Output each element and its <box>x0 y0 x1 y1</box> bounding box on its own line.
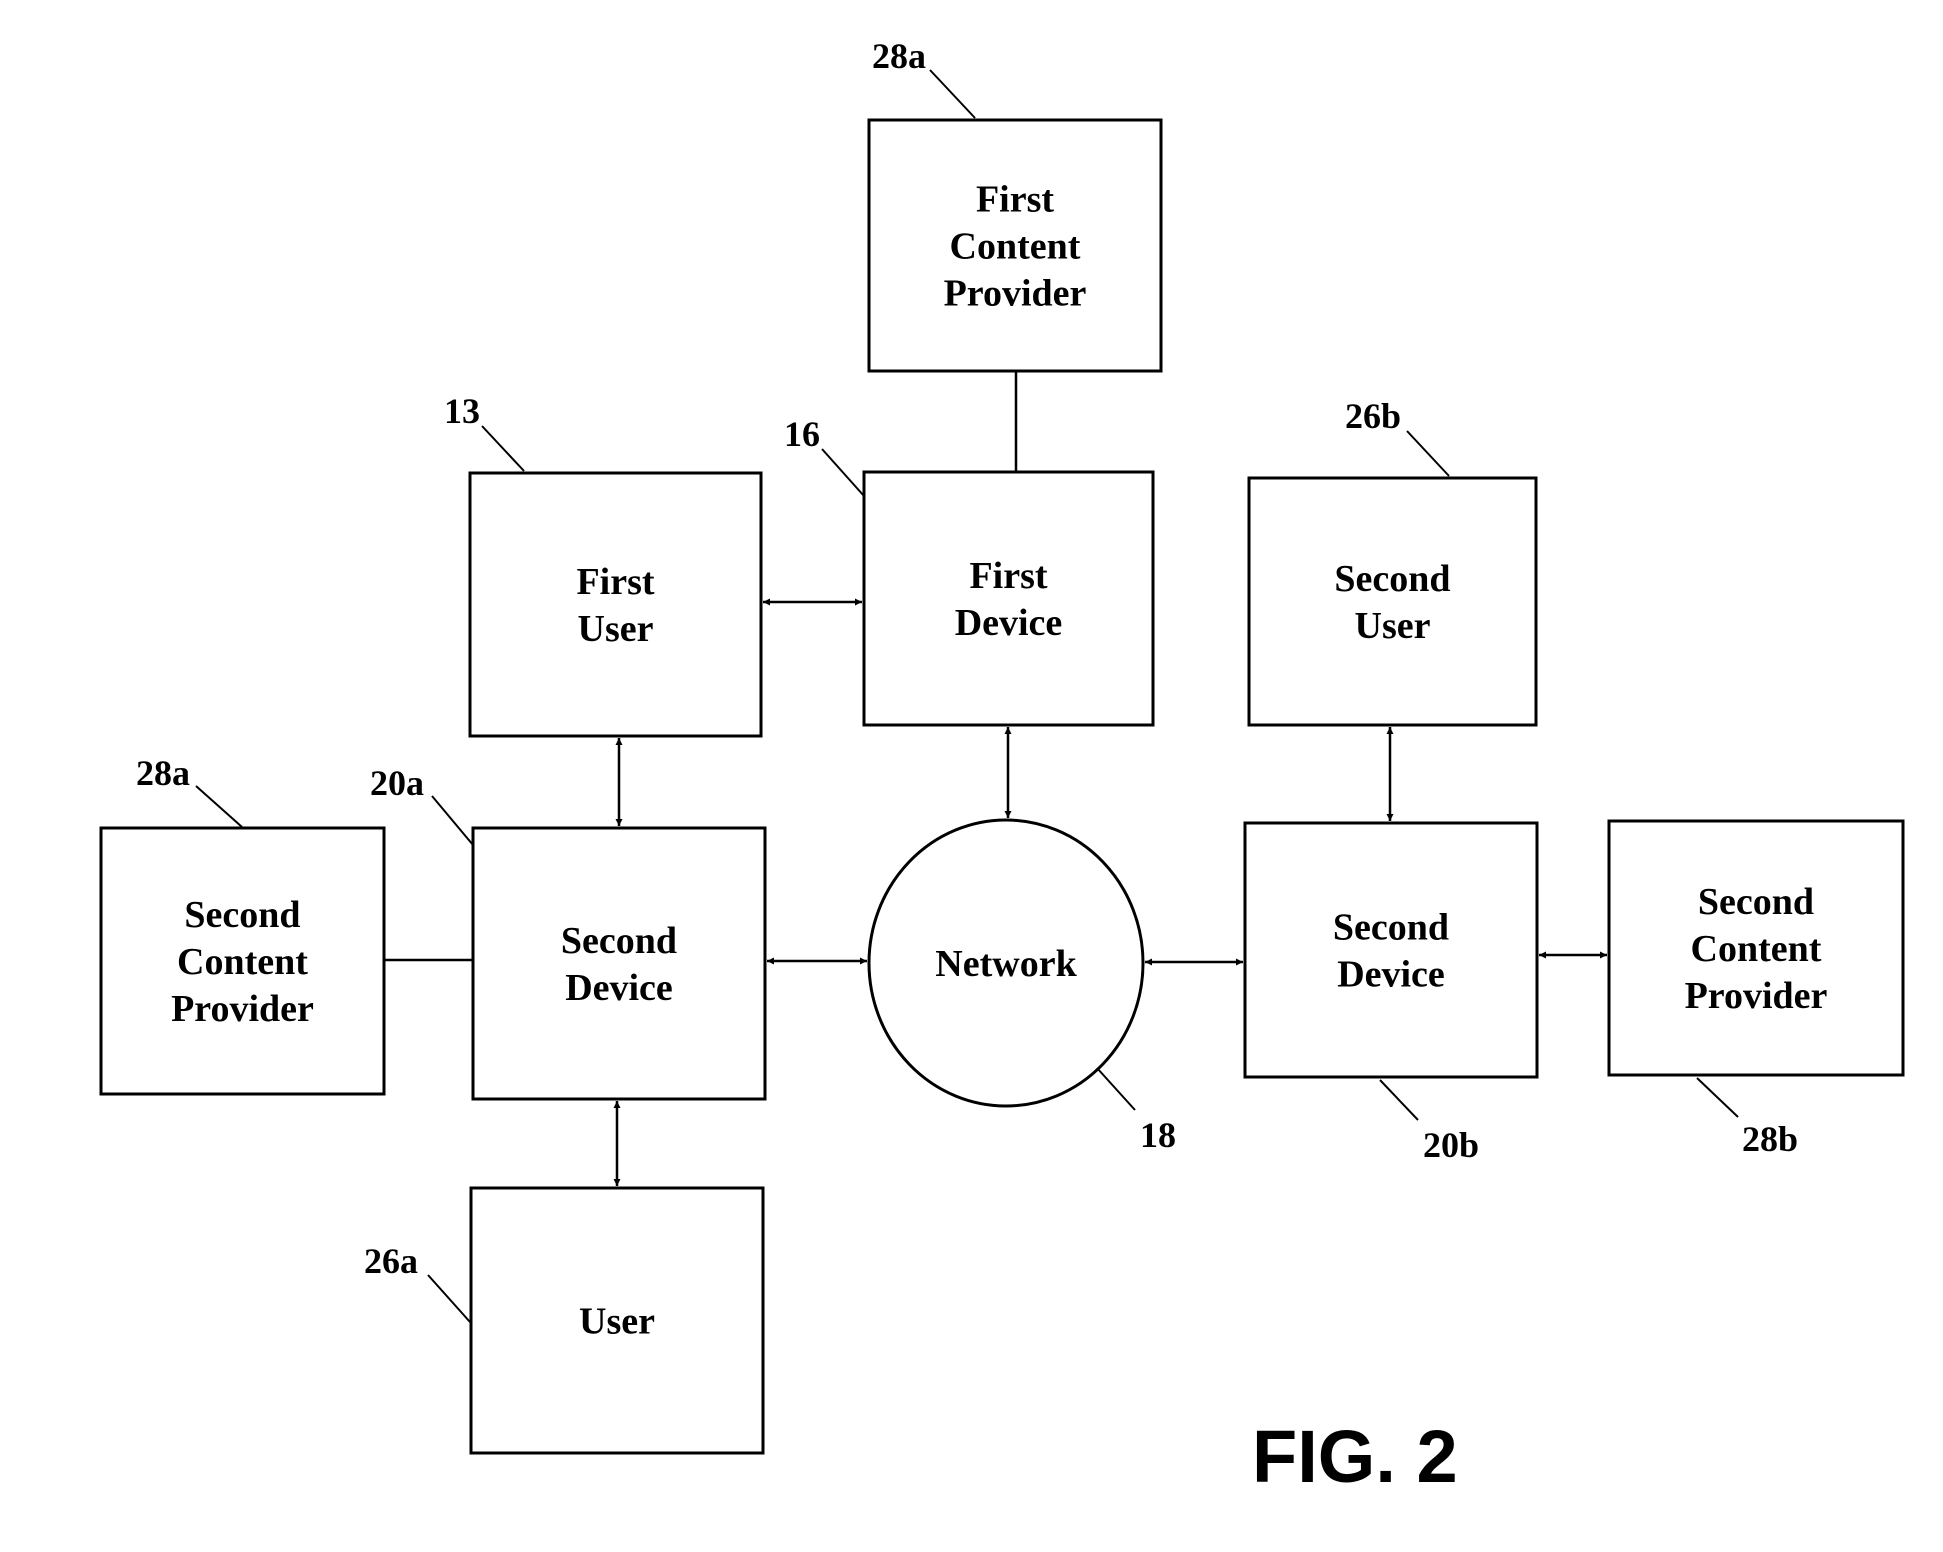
first-user-ref-leader-line <box>481 425 525 472</box>
second-device-right-label-line: Second <box>1333 907 1449 949</box>
node-user: User <box>469 1186 765 1455</box>
first-device-ref-numeral: 16 <box>784 414 820 454</box>
figure-title: FIG. 2 <box>1252 1415 1458 1498</box>
second-user-label-line: Second <box>1334 558 1450 600</box>
first-content-provider-label-line: Provider <box>944 273 1087 315</box>
network-ref-numeral: 18 <box>1140 1115 1176 1155</box>
network-ref-leader-line <box>1096 1067 1136 1111</box>
first-content-provider-label-line: Content <box>950 226 1081 268</box>
second-content-provider-right-ref-leader-line <box>1696 1077 1739 1118</box>
second-device-right-box <box>1243 821 1539 1079</box>
second-device-right-ref-leader-line <box>1379 1079 1419 1121</box>
first-content-provider-label-line: First <box>976 179 1054 221</box>
second-device-right-label-line: Device <box>1337 954 1445 996</box>
second-device-right-ref-numeral: 20b <box>1423 1125 1479 1165</box>
node-second-user: Second User <box>1247 476 1538 727</box>
second-user-box <box>1247 476 1538 727</box>
first-user-label-line: User <box>578 608 654 650</box>
user-ref-numeral: 26a <box>364 1241 418 1281</box>
first-user-ref-numeral: 13 <box>444 391 480 431</box>
node-second-device-right: Second Device <box>1243 821 1539 1079</box>
second-content-provider-left-label-line: Second <box>184 894 300 936</box>
second-content-provider-left-ref-leader-line <box>195 785 243 828</box>
first-device-label-line: Device <box>955 602 1063 644</box>
first-content-provider-ref-leader-line <box>929 69 976 119</box>
node-first-device: First Device <box>862 470 1155 727</box>
first-content-provider-ref-numeral: 28a <box>872 36 926 76</box>
second-content-provider-right-label-line: Second <box>1698 881 1814 923</box>
first-user-box <box>468 471 763 738</box>
second-content-provider-left-label-line: Content <box>177 941 308 983</box>
node-network: Network <box>867 818 1145 1108</box>
second-content-provider-right-label-line: Provider <box>1685 975 1828 1017</box>
system-diagram: First Content Provider First User First Device… <box>99 36 1905 1498</box>
second-content-provider-left-label-line: Provider <box>171 988 314 1030</box>
second-device-left-ref-numeral: 20a <box>370 763 424 803</box>
second-user-label-line: User <box>1355 605 1431 647</box>
node-second-content-provider-left: Second Content Provider <box>99 826 386 1096</box>
second-content-provider-right-ref-numeral: 28b <box>1742 1119 1798 1159</box>
user-label-line: User <box>579 1301 655 1343</box>
second-device-left-box <box>471 826 767 1101</box>
user-ref-leader-line <box>427 1274 471 1323</box>
second-content-provider-left-ref-numeral: 28a <box>136 753 190 793</box>
second-device-left-ref-leader-line <box>431 795 474 846</box>
first-device-ref-leader-line <box>821 448 865 497</box>
second-device-left-label-line: Device <box>565 967 673 1009</box>
node-first-content-provider: First Content Provider <box>867 118 1163 373</box>
node-first-user: First User <box>468 471 763 738</box>
first-user-label-line: First <box>576 561 654 603</box>
network-label-line: Network <box>935 943 1077 985</box>
node-second-device-left: Second Device <box>471 826 767 1101</box>
first-device-label-line: First <box>969 555 1047 597</box>
second-user-ref-numeral: 26b <box>1345 396 1401 436</box>
first-device-box <box>862 470 1155 727</box>
second-user-ref-leader-line <box>1406 430 1450 477</box>
second-content-provider-right-label-line: Content <box>1691 928 1822 970</box>
second-device-left-label-line: Second <box>561 920 677 962</box>
node-second-content-provider-right: Second Content Provider <box>1607 819 1905 1077</box>
